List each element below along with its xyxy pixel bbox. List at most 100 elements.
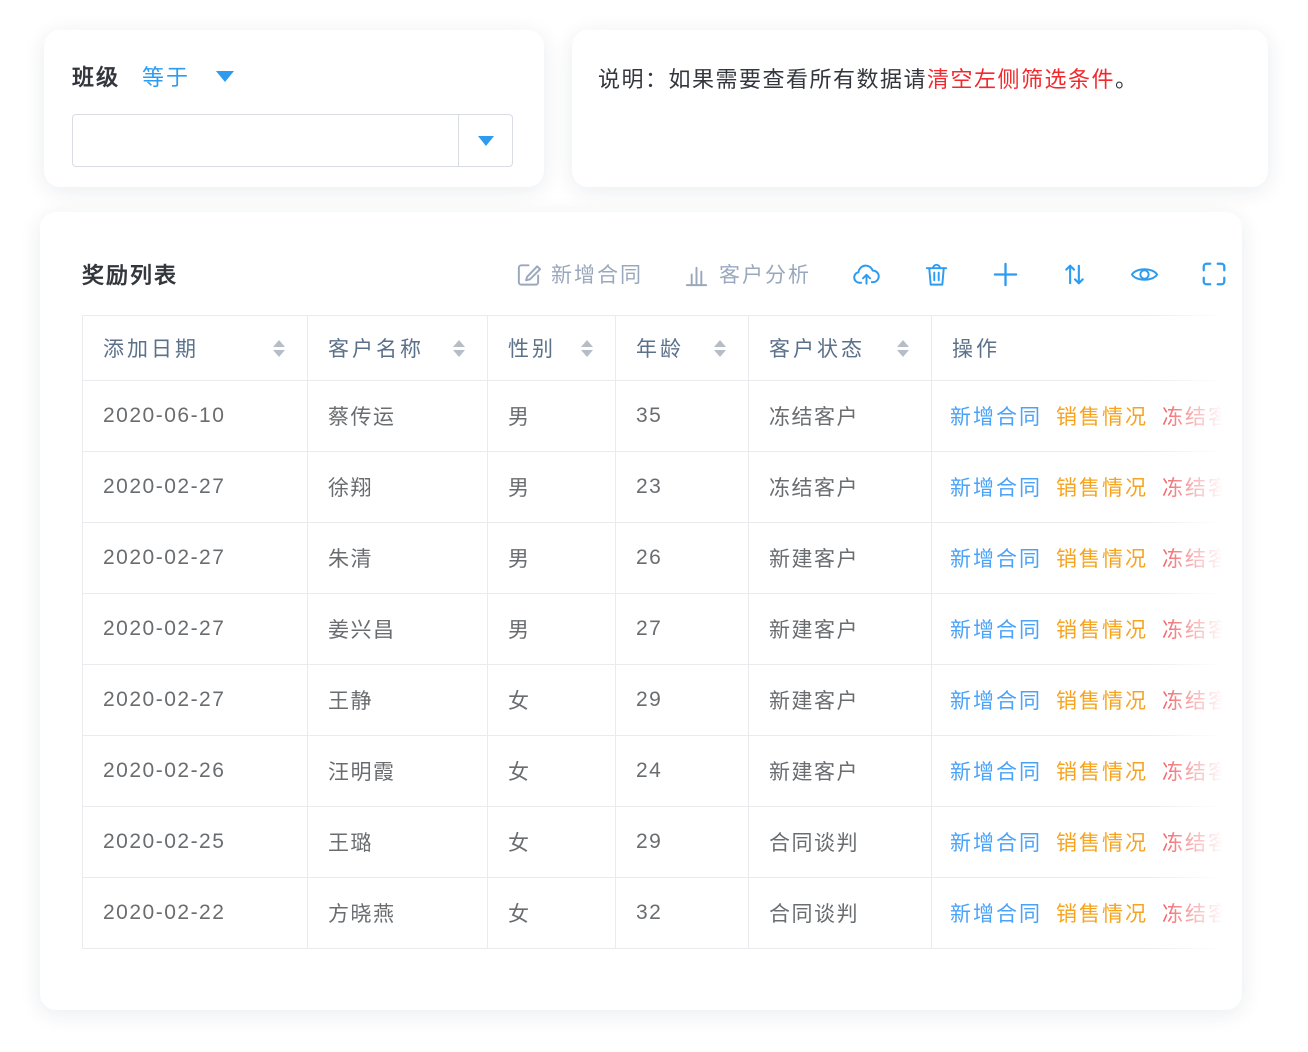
filter-value-select[interactable] [72, 114, 513, 167]
cell-name: 姜兴昌 [307, 594, 487, 664]
action-link-1[interactable]: 销售情况 [1056, 827, 1148, 857]
delete-button[interactable] [922, 260, 951, 289]
action-link-0[interactable]: 新增合同 [950, 543, 1042, 573]
trash-icon [922, 260, 951, 289]
cell-date: 2020-02-22 [82, 878, 307, 948]
action-link-0[interactable]: 新增合同 [950, 614, 1042, 644]
cell-actions: 新增合同销售情况冻结客户 [931, 807, 1242, 877]
filter-operator[interactable]: 等于 [142, 60, 190, 92]
action-link-1[interactable]: 销售情况 [1056, 472, 1148, 502]
cell-actions: 新增合同销售情况冻结客户 [931, 594, 1242, 664]
customer-table: 添加日期 客户名称 性别 年龄 客户状态 操作 2020- [82, 315, 1242, 949]
cell-date: 2020-02-27 [82, 594, 307, 664]
cell-gender: 男 [487, 381, 615, 451]
bar-chart-icon [683, 261, 710, 288]
column-header-name[interactable]: 客户名称 [307, 316, 487, 380]
cell-age: 23 [615, 452, 748, 522]
cell-date: 2020-02-27 [82, 665, 307, 735]
action-link-0[interactable]: 新增合同 [950, 685, 1042, 715]
column-header-actions: 操作 [931, 316, 1242, 380]
action-link-1[interactable]: 销售情况 [1056, 614, 1148, 644]
reward-list-panel: 奖励列表 新增合同 客户分析 [40, 212, 1242, 1010]
table-body: 2020-06-10蔡传运男35冻结客户新增合同销售情况冻结客户 2020-02-… [82, 381, 1242, 949]
cell-name: 蔡传运 [307, 381, 487, 451]
action-link-0[interactable]: 新增合同 [950, 827, 1042, 857]
note-body: 如果需要查看所有数据请 [669, 67, 928, 92]
cell-name: 徐翔 [307, 452, 487, 522]
operator-caret-icon[interactable] [216, 71, 234, 82]
new-contract-button[interactable]: 新增合同 [515, 259, 643, 289]
filter-field-label: 班级 [72, 60, 120, 92]
table-row: 2020-02-22方晓燕女32合同谈判新增合同销售情况冻结客户 [82, 878, 1242, 949]
table-row: 2020-02-27王静女29新建客户新增合同销售情况冻结客户 [82, 665, 1242, 736]
action-link-0[interactable]: 新增合同 [950, 472, 1042, 502]
sort-button[interactable] [1060, 260, 1089, 289]
cell-status: 新建客户 [748, 665, 931, 735]
action-link-1[interactable]: 销售情况 [1056, 401, 1148, 431]
cell-gender: 男 [487, 594, 615, 664]
action-link-0[interactable]: 新增合同 [950, 898, 1042, 928]
table-row: 2020-02-25王璐女29合同谈判新增合同销售情况冻结客户 [82, 807, 1242, 878]
cell-gender: 女 [487, 807, 615, 877]
action-link-0[interactable]: 新增合同 [950, 756, 1042, 786]
note-text: 说明：如果需要查看所有数据请清空左侧筛选条件。 [598, 64, 1139, 96]
column-header-status[interactable]: 客户状态 [748, 316, 931, 380]
sort-icon[interactable] [897, 340, 909, 357]
column-label: 客户状态 [769, 333, 865, 363]
cell-status: 合同谈判 [748, 807, 931, 877]
cell-actions: 新增合同销售情况冻结客户 [931, 452, 1242, 522]
table-header-row: 添加日期 客户名称 性别 年龄 客户状态 操作 [82, 315, 1242, 381]
column-header-age[interactable]: 年龄 [615, 316, 748, 380]
cell-age: 32 [615, 878, 748, 948]
cell-status: 新建客户 [748, 594, 931, 664]
action-link-1[interactable]: 销售情况 [1056, 898, 1148, 928]
column-label: 操作 [952, 333, 1000, 363]
cell-name: 王静 [307, 665, 487, 735]
fullscreen-button[interactable] [1200, 260, 1228, 288]
cell-name: 王璐 [307, 807, 487, 877]
cell-status: 冻结客户 [748, 381, 931, 451]
sort-icon[interactable] [453, 340, 465, 357]
cell-name: 汪明霞 [307, 736, 487, 806]
action-link-1[interactable]: 销售情况 [1056, 756, 1148, 786]
cell-age: 29 [615, 665, 748, 735]
cell-status: 冻结客户 [748, 452, 931, 522]
cell-date: 2020-06-10 [82, 381, 307, 451]
cell-actions: 新增合同销售情况冻结客户 [931, 381, 1242, 451]
add-button[interactable] [991, 260, 1020, 289]
table-row: 2020-02-27朱清男26新建客户新增合同销售情况冻结客户 [82, 523, 1242, 594]
action-link-2[interactable]: 冻结客户 [1162, 756, 1242, 786]
action-link-2[interactable]: 冻结客户 [1162, 827, 1242, 857]
column-label: 添加日期 [103, 333, 199, 363]
note-panel: 说明：如果需要查看所有数据请清空左侧筛选条件。 [572, 30, 1268, 187]
action-link-2[interactable]: 冻结客户 [1162, 401, 1242, 431]
select-caret-icon [478, 136, 494, 146]
action-link-1[interactable]: 销售情况 [1056, 543, 1148, 573]
column-label: 客户名称 [328, 333, 424, 363]
cell-actions: 新增合同销售情况冻结客户 [931, 523, 1242, 593]
select-dropdown-button[interactable] [458, 115, 512, 166]
cell-status: 新建客户 [748, 523, 931, 593]
sort-icon[interactable] [581, 340, 593, 357]
customer-analysis-button[interactable]: 客户分析 [683, 259, 811, 289]
plus-icon [991, 260, 1020, 289]
note-suffix: 。 [1115, 67, 1139, 92]
action-link-2[interactable]: 冻结客户 [1162, 898, 1242, 928]
sort-icon[interactable] [273, 340, 285, 357]
column-header-gender[interactable]: 性别 [487, 316, 615, 380]
table-row: 2020-02-27姜兴昌男27新建客户新增合同销售情况冻结客户 [82, 594, 1242, 665]
column-label: 年龄 [636, 333, 684, 363]
table-row: 2020-06-10蔡传运男35冻结客户新增合同销售情况冻结客户 [82, 381, 1242, 452]
page-title: 奖励列表 [82, 258, 178, 290]
sort-icon[interactable] [714, 340, 726, 357]
column-header-date[interactable]: 添加日期 [82, 316, 307, 380]
action-link-2[interactable]: 冻结客户 [1162, 685, 1242, 715]
view-button[interactable] [1129, 259, 1160, 290]
upload-button[interactable] [851, 259, 882, 290]
action-link-1[interactable]: 销售情况 [1056, 685, 1148, 715]
action-link-0[interactable]: 新增合同 [950, 401, 1042, 431]
action-link-2[interactable]: 冻结客户 [1162, 472, 1242, 502]
action-link-2[interactable]: 冻结客户 [1162, 543, 1242, 573]
cell-date: 2020-02-26 [82, 736, 307, 806]
action-link-2[interactable]: 冻结客户 [1162, 614, 1242, 644]
